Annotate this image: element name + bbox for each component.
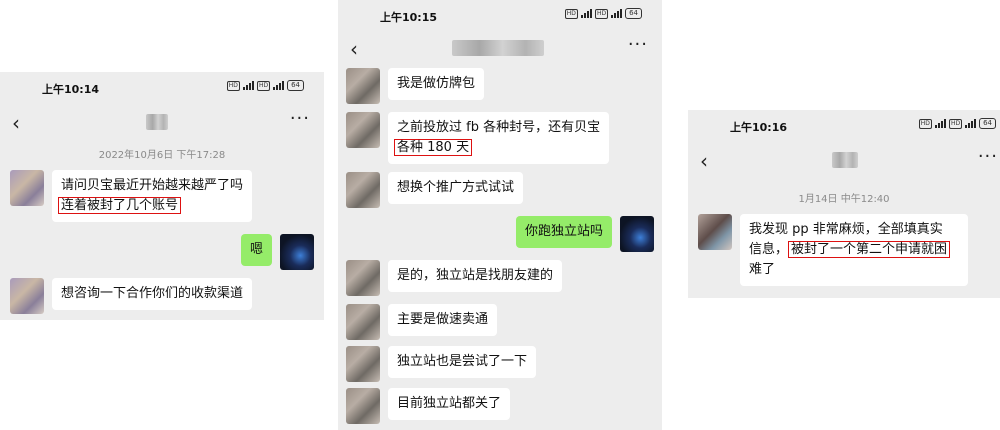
status-time: 上午10:14 — [42, 83, 100, 96]
chat-timestamp: 1月14日 中午12:40 — [798, 194, 890, 205]
message-bubble-self[interactable]: 嗯 — [240, 234, 272, 266]
signal-icon — [965, 119, 977, 128]
back-arrow-icon[interactable]: ‹ — [700, 149, 708, 173]
status-icons: HD HD 64 — [226, 80, 304, 91]
hd-icon: HD — [256, 80, 271, 91]
more-options-icon[interactable]: ··· — [290, 108, 310, 129]
message-row-self: 嗯 — [240, 234, 314, 270]
battery-icon: 64 — [979, 118, 996, 129]
signal-icon — [273, 81, 285, 90]
contact-avatar[interactable] — [346, 388, 380, 424]
contact-avatar[interactable] — [346, 112, 380, 148]
highlighted-text: 被封了一个第二个申请就困 — [788, 241, 951, 258]
message-text: 信息， — [749, 242, 789, 257]
message-row: 我是做仿牌包 — [346, 68, 485, 104]
message-bubble[interactable]: 我是做仿牌包 — [388, 68, 485, 100]
chat-header: ‹ ··· — [338, 34, 662, 64]
back-arrow-icon[interactable]: ‹ — [12, 111, 20, 135]
message-bubble[interactable]: 想咨询一下合作你们的收款渠道 — [52, 278, 253, 310]
self-avatar[interactable] — [280, 234, 314, 270]
message-text: 我发现 pp 非常麻烦，全部填真实 — [749, 222, 943, 237]
contact-avatar[interactable] — [10, 278, 44, 314]
message-text: 之前投放过 fb 各种封号，还有贝宝 — [397, 120, 601, 135]
contact-avatar[interactable] — [346, 172, 380, 208]
message-row: 主要是做速卖通 — [346, 304, 498, 340]
message-row: 独立站也是尝试了一下 — [346, 346, 537, 382]
hd-icon: HD — [226, 80, 240, 91]
contact-name — [452, 40, 544, 56]
contact-avatar[interactable] — [346, 304, 380, 340]
battery-icon: 64 — [625, 8, 642, 19]
status-icons: HD HD 64 — [918, 118, 996, 129]
message-row: 想咨询一下合作你们的收款渠道 — [10, 278, 253, 314]
contact-name — [832, 152, 858, 168]
chat-header: ‹ ··· — [688, 146, 1000, 176]
chat-screenshot-3: 上午10:16 HD HD 64 ‹ ··· 1月14日 中午12:40 我发现… — [688, 110, 1000, 298]
message-row: 请问贝宝最近开始越来越严了吗 连着被封了几个账号 — [10, 170, 253, 222]
contact-avatar[interactable] — [346, 68, 380, 104]
message-bubble[interactable]: 主要是做速卖通 — [388, 304, 498, 336]
message-text: 难了 — [749, 262, 776, 277]
status-time: 上午10:15 — [380, 11, 438, 24]
status-icons: HD HD 64 — [564, 8, 642, 19]
message-bubble[interactable]: 之前投放过 fb 各种封号，还有贝宝 各种 180 天 — [388, 112, 610, 164]
message-bubble[interactable]: 想换个推广方式试试 — [388, 172, 524, 204]
battery-icon: 64 — [287, 80, 304, 91]
message-row: 是的，独立站是找朋友建的 — [346, 260, 563, 296]
chat-header: ‹ ··· — [0, 108, 324, 138]
contact-avatar[interactable] — [346, 346, 380, 382]
highlighted-text: 连着被封了几个账号 — [58, 197, 182, 214]
message-row: 之前投放过 fb 各种封号，还有贝宝 各种 180 天 — [346, 112, 610, 164]
message-row: 我发现 pp 非常麻烦，全部填真实 信息， 被封了一个第二个申请就困 难了 — [698, 214, 968, 286]
status-bar: 上午10:14 HD HD 64 — [0, 72, 324, 98]
message-bubble[interactable]: 请问贝宝最近开始越来越严了吗 连着被封了几个账号 — [52, 170, 253, 222]
back-arrow-icon[interactable]: ‹ — [350, 37, 358, 61]
status-bar: 上午10:16 HD HD 64 — [688, 110, 1000, 136]
status-time: 上午10:16 — [730, 121, 788, 134]
message-row-self: 你跑独立站吗 — [515, 216, 654, 252]
signal-icon — [580, 9, 592, 18]
message-row: 想换个推广方式试试 — [346, 172, 524, 208]
message-text: 请问贝宝最近开始越来越严了吗 — [61, 178, 244, 193]
hd-icon: HD — [564, 8, 578, 19]
signal-icon — [611, 9, 623, 18]
contact-avatar[interactable] — [698, 214, 732, 250]
more-options-icon[interactable]: ··· — [628, 34, 648, 55]
hd-icon: HD — [594, 8, 609, 19]
highlighted-text: 各种 180 天 — [394, 139, 473, 156]
message-row: 目前独立站都关了 — [346, 388, 511, 424]
message-bubble[interactable]: 独立站也是尝试了一下 — [388, 346, 537, 378]
hd-icon: HD — [918, 118, 932, 129]
contact-avatar[interactable] — [10, 170, 44, 206]
chat-screenshot-1: 上午10:14 HD HD 64 ‹ ··· 2022年10月6日 下午17:2… — [0, 72, 324, 320]
contact-avatar[interactable] — [346, 260, 380, 296]
chat-screenshot-2: 上午10:15 HD HD 64 ‹ ··· 我是做仿牌包 之前投放过 fb 各… — [338, 0, 662, 430]
message-bubble-self[interactable]: 你跑独立站吗 — [515, 216, 612, 248]
hd-icon: HD — [948, 118, 963, 129]
status-bar: 上午10:15 HD HD 64 — [338, 0, 662, 26]
message-bubble[interactable]: 我发现 pp 非常麻烦，全部填真实 信息， 被封了一个第二个申请就困 难了 — [740, 214, 968, 286]
message-bubble[interactable]: 目前独立站都关了 — [388, 388, 511, 420]
signal-icon — [242, 81, 254, 90]
signal-icon — [934, 119, 946, 128]
chat-timestamp: 2022年10月6日 下午17:28 — [98, 150, 226, 161]
contact-name — [146, 114, 168, 130]
message-bubble[interactable]: 是的，独立站是找朋友建的 — [388, 260, 563, 292]
self-avatar[interactable] — [620, 216, 654, 252]
more-options-icon[interactable]: ··· — [978, 146, 998, 167]
